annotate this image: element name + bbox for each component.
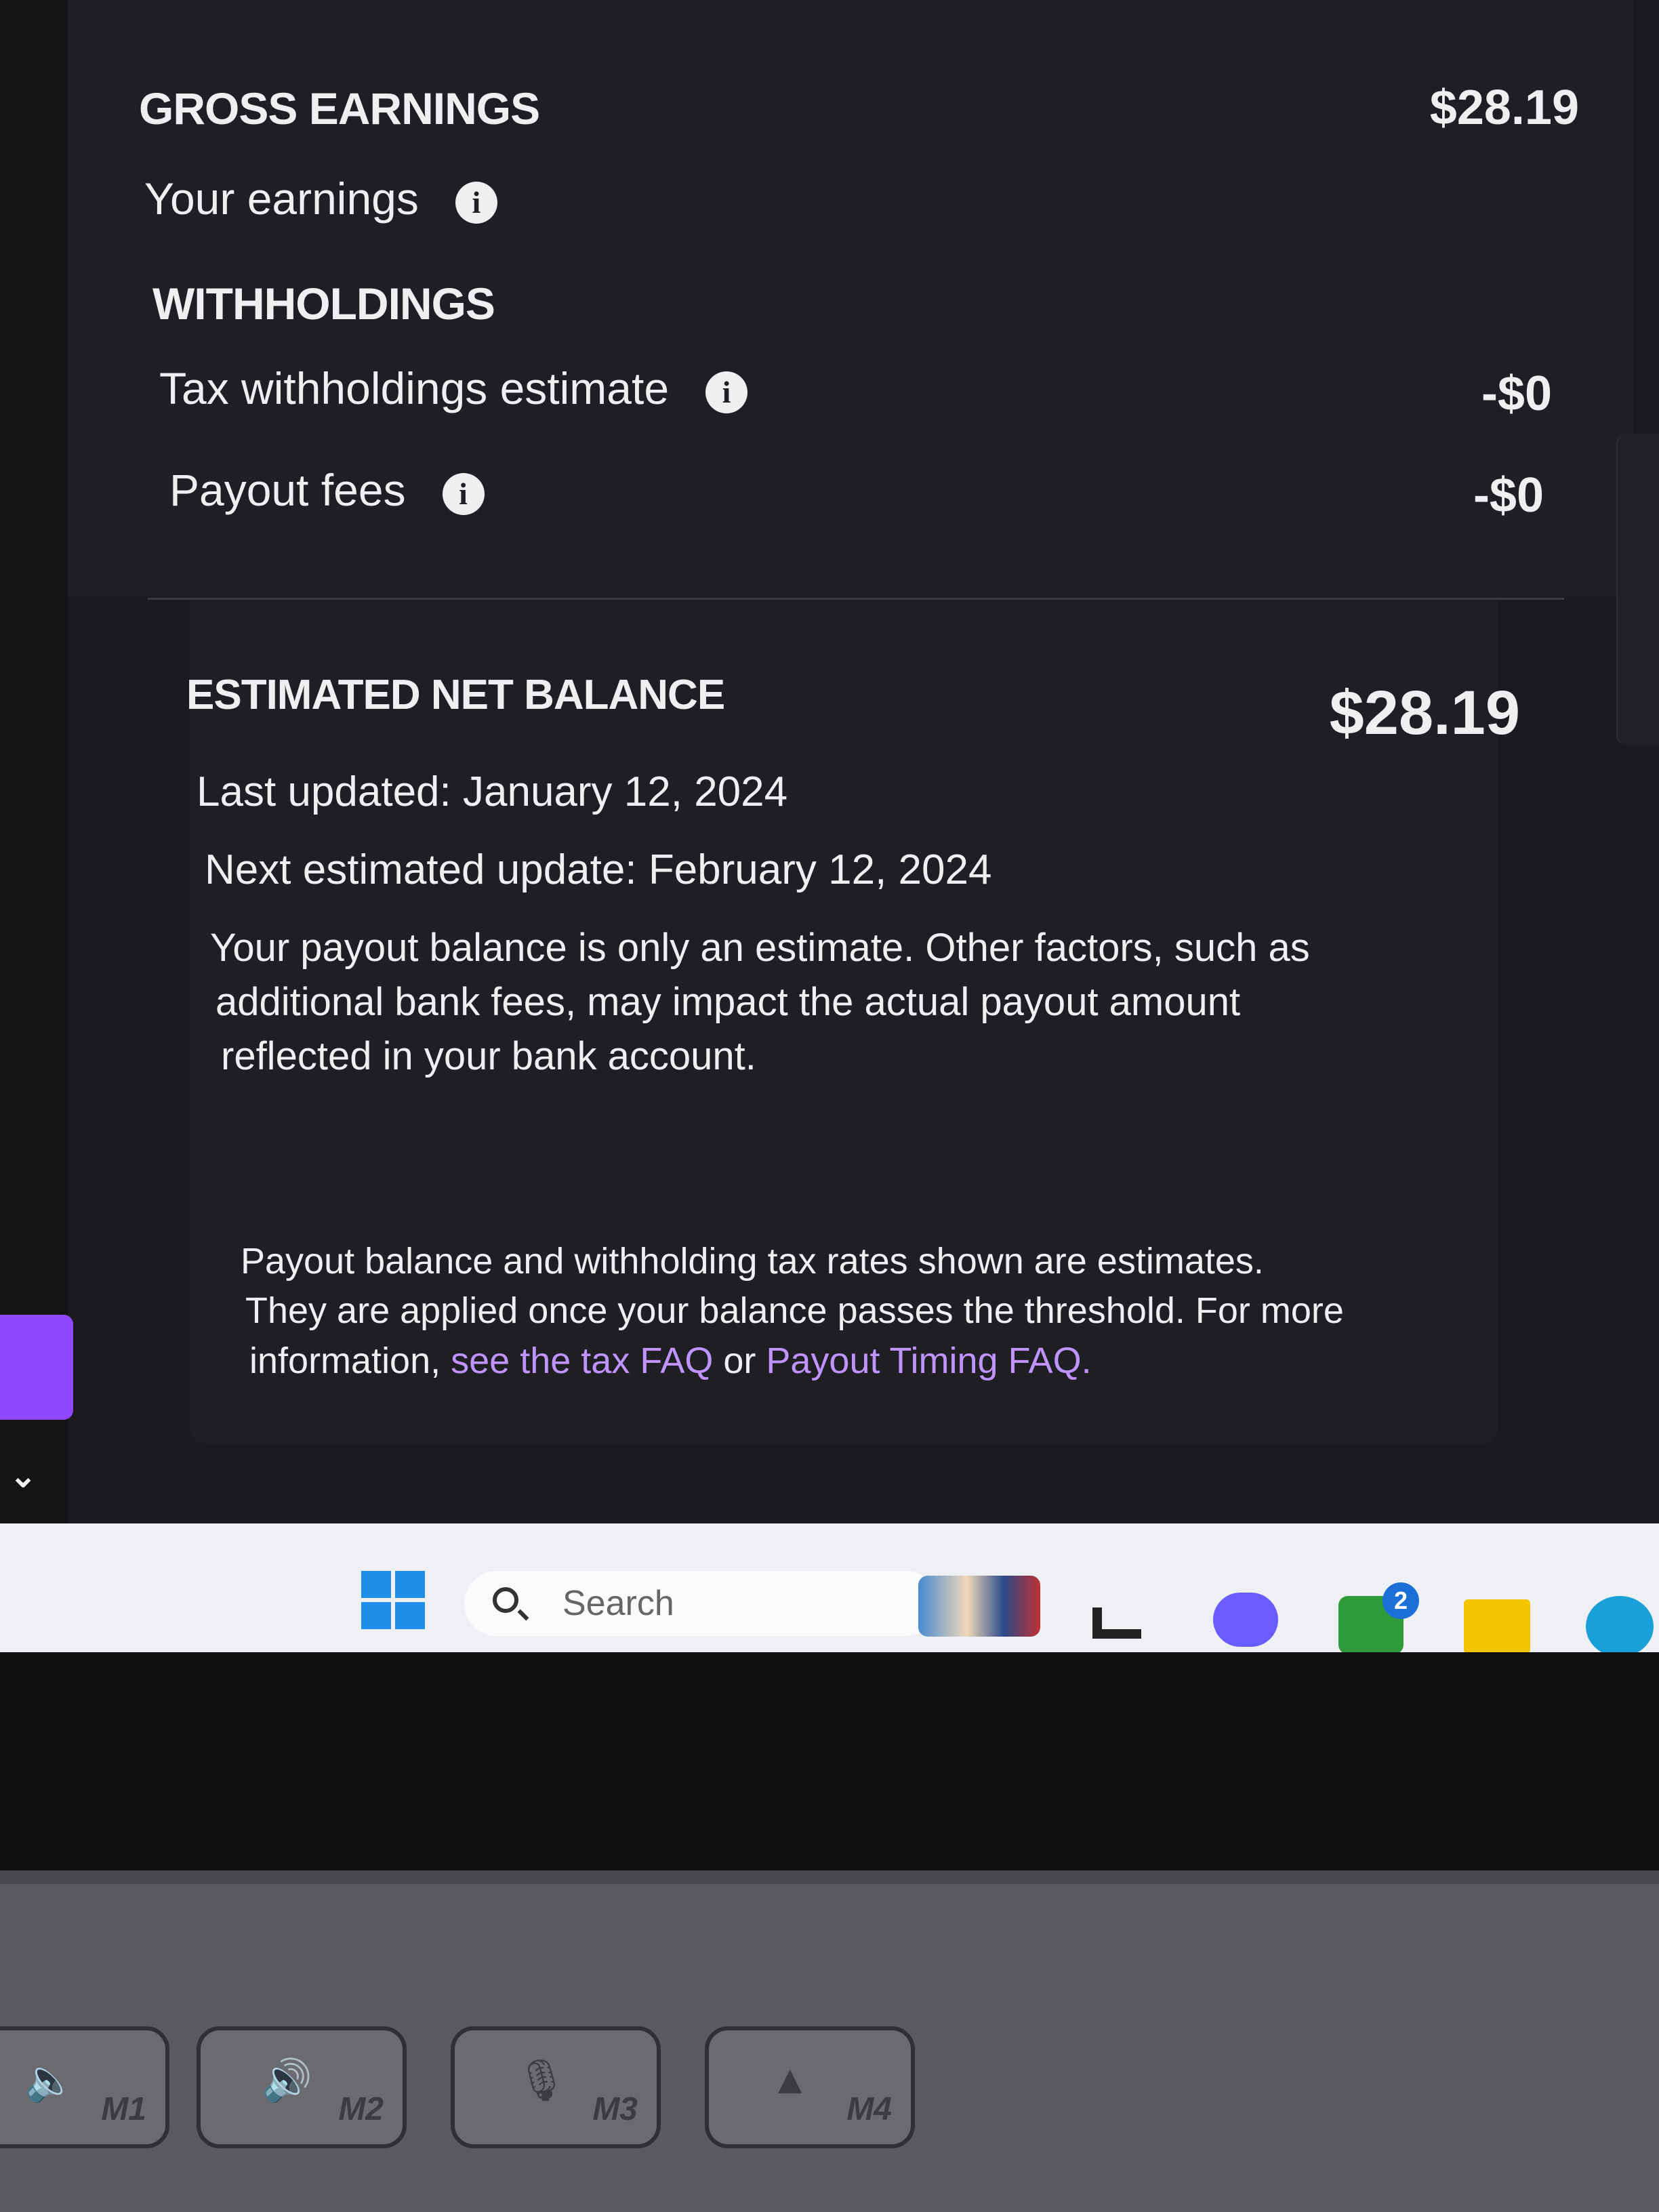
monitor-screen: ⌄ GROSS EARNINGS $28.19 Your earnings i W…	[0, 0, 1659, 1559]
chevron-down-icon[interactable]: ⌄	[9, 1457, 37, 1495]
net-balance-amount: $28.19	[1329, 678, 1520, 747]
edge-icon[interactable]	[1586, 1596, 1654, 1657]
withholdings-heading: WITHHOLDINGS	[152, 279, 495, 329]
macro-key-m3[interactable]: 🎙 M3	[451, 2026, 661, 2148]
payout-fees-label: Payout fees	[169, 465, 406, 515]
your-earnings-label: Your earnings	[144, 173, 419, 224]
payout-fees-amount: -$0	[1473, 468, 1544, 523]
macro-key-m2[interactable]: 🔊 M2	[197, 2026, 407, 2148]
folder-icon[interactable]	[1464, 1599, 1530, 1654]
left-sidebar	[0, 0, 68, 1525]
macro-key-m1[interactable]: 🔈 M1	[0, 2026, 169, 2148]
tax-faq-link[interactable]: see the tax FAQ	[451, 1340, 713, 1381]
net-balance-heading: ESTIMATED NET BALANCE	[186, 672, 725, 718]
payout-timing-faq-link[interactable]: Payout Timing FAQ.	[766, 1340, 1091, 1381]
tax-withholdings-row: Tax withholdings estimate i	[159, 363, 748, 414]
teams-icon[interactable]	[1213, 1593, 1278, 1647]
payout-fees-row: Payout fees i	[169, 464, 485, 516]
notification-badge: 2	[1382, 1582, 1419, 1619]
search-icon	[493, 1587, 518, 1613]
search-highlight-icon[interactable]	[918, 1576, 1040, 1637]
sidebar-action-button[interactable]	[0, 1315, 73, 1420]
footnote-line: information, see the tax FAQ or Payout T…	[249, 1336, 1092, 1385]
info-icon[interactable]: i	[442, 472, 485, 515]
info-icon[interactable]: i	[455, 181, 497, 224]
windows-icon[interactable]	[361, 1571, 425, 1629]
footnote-prefix: information,	[249, 1340, 451, 1381]
side-card-edge	[1616, 434, 1659, 745]
taskbar-search[interactable]: Search	[464, 1571, 939, 1636]
info-icon[interactable]: i	[705, 371, 748, 413]
tax-withholdings-amount: -$0	[1481, 367, 1552, 421]
your-earnings-row: Your earnings i	[144, 173, 497, 224]
gross-earnings-heading: GROSS EARNINGS	[139, 83, 540, 134]
disclaimer-line: reflected in your bank account.	[221, 1034, 756, 1078]
footnote-line: Payout balance and withholding tax rates…	[241, 1241, 1264, 1282]
disclaimer-line: Your payout balance is only an estimate.…	[210, 926, 1310, 970]
last-updated: Last updated: January 12, 2024	[197, 769, 788, 815]
tax-withholdings-label: Tax withholdings estimate	[159, 363, 670, 413]
gross-earnings-amount: $28.19	[1429, 81, 1579, 135]
search-placeholder: Search	[562, 1584, 674, 1623]
macro-key-m4[interactable]: ▲ M4	[705, 2026, 915, 2148]
next-update: Next estimated update: February 12, 2024	[205, 846, 992, 893]
footnote-or: or	[713, 1340, 766, 1381]
app-icon[interactable]	[1092, 1607, 1141, 1639]
disclaimer-line: additional bank fees, may impact the act…	[216, 980, 1241, 1024]
divider	[148, 598, 1564, 600]
footnote-line: They are applied once your balance passe…	[245, 1290, 1344, 1331]
